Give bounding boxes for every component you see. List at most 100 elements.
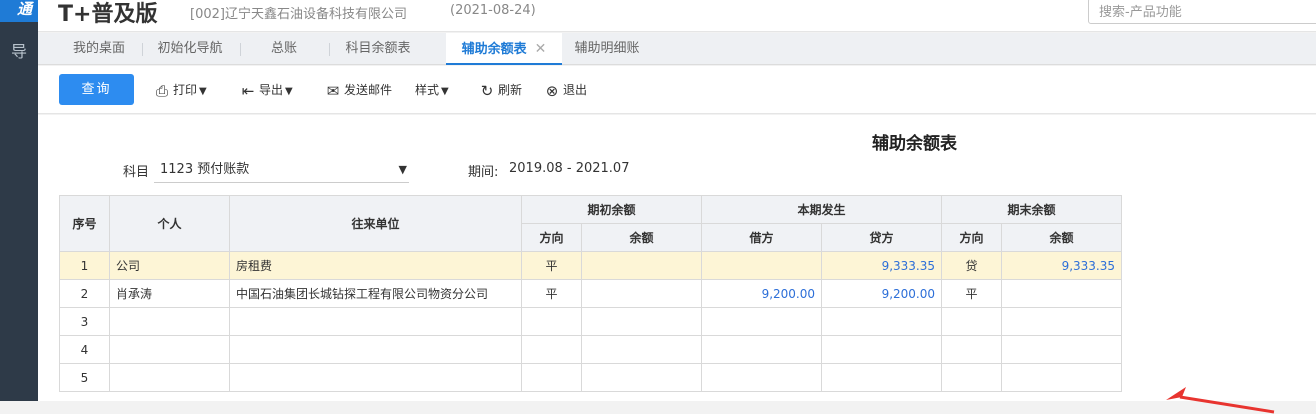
cell-debit: 9,200.00: [701, 279, 822, 308]
tab-desktop[interactable]: 我的桌面: [58, 33, 140, 65]
table-row[interactable]: 3: [59, 307, 1122, 336]
cell-counterparty: 中国石油集团长城钻探工程有限公司物资分公司: [229, 279, 522, 308]
cell-seq: 2: [59, 279, 110, 308]
header-seq: 序号: [59, 195, 110, 252]
cell-debit: [701, 335, 822, 364]
cell-counterparty: 房租费: [229, 251, 522, 280]
header-closing: 期末余额: [941, 195, 1122, 224]
cell-debit: [701, 363, 822, 392]
tab-aux-balance-label: 辅助余额表: [461, 42, 527, 57]
chevron-down-icon: ▼: [285, 86, 293, 97]
subject-value: 1123 预付账款: [160, 162, 250, 177]
annotation-arrow: [1166, 387, 1275, 414]
report-content: 辅助余额表 科目 1123 预付账款 ▼ 期间: 2019.08 - 2021.…: [38, 115, 1316, 414]
tab-init-guide[interactable]: 初始化导航: [145, 33, 235, 65]
table-row[interactable]: 2 肖承涛 中国石油集团长城钻探工程有限公司物资分公司平 9,200.00 9,200.…: [59, 279, 1122, 308]
style-label: 样式: [415, 83, 440, 97]
cell-closing-direction: 平: [941, 279, 1002, 308]
export-button[interactable]: ⇤ 导出 ▼: [239, 80, 293, 100]
refresh-label: 刷新: [498, 83, 523, 97]
print-label: 打印: [173, 83, 198, 97]
cell-credit: 9,333.35: [821, 251, 942, 280]
cell-closing-direction: [941, 363, 1002, 392]
chevron-down-icon: ▼: [441, 86, 449, 97]
table-row[interactable]: 4: [59, 335, 1122, 364]
refresh-icon: ↻: [480, 81, 494, 100]
cell-credit: [821, 307, 942, 336]
header-credit: 贷方: [821, 223, 942, 252]
cell-closing-balance: [1001, 363, 1122, 392]
tab-subject-balance[interactable]: 科目余额表: [333, 33, 423, 65]
period-label: 期间:: [468, 165, 499, 180]
subject-label: 科目: [123, 165, 150, 180]
cell-opening-direction: [521, 307, 582, 336]
cell-opening-balance: [581, 307, 702, 336]
header-person: 个人: [109, 195, 230, 252]
exit-label: 退出: [563, 83, 588, 97]
header-closing-balance: 余额: [1001, 223, 1122, 252]
subject-select[interactable]: 1123 预付账款 ▼: [154, 157, 409, 183]
cell-closing-balance: [1001, 335, 1122, 364]
close-circle-icon: ⊗: [545, 81, 559, 100]
header-opening-direction: 方向: [521, 223, 582, 252]
cell-seq: 4: [59, 335, 110, 364]
tab-divider: [142, 43, 143, 56]
refresh-button[interactable]: ↻ 刷新: [478, 80, 522, 100]
cell-seq: 5: [59, 363, 110, 392]
exit-button[interactable]: ⊗ 退出: [543, 80, 587, 100]
report-title: 辅助余额表: [872, 134, 957, 154]
chevron-down-icon: ▼: [199, 86, 207, 97]
cell-opening-balance: [581, 335, 702, 364]
period-value: 2019.08 - 2021.07: [509, 161, 630, 176]
cell-person: [109, 363, 230, 392]
sidebar-item-guide[interactable]: 导: [0, 38, 38, 66]
cell-counterparty: [229, 307, 522, 336]
sidebar: 通 导: [0, 0, 38, 401]
product-brand: T+普及版: [58, 2, 158, 27]
cell-person: 肖承涛: [109, 279, 230, 308]
header-current: 本期发生: [701, 195, 942, 224]
cell-seq: 1: [59, 251, 110, 280]
query-button[interactable]: 查询: [59, 74, 134, 105]
search-input[interactable]: 搜索-产品功能: [1088, 0, 1316, 24]
arrow-shaft: [1179, 395, 1275, 414]
send-email-button[interactable]: ✉ 发送邮件: [324, 80, 392, 100]
aux-balance-table: 序号 个人 往来单位 期初余额 本期发生 期末余额 方向 余额 借方 贷方 方向…: [59, 195, 1122, 392]
tab-divider: [240, 43, 241, 56]
chevron-down-icon: ▼: [398, 163, 407, 176]
tab-ledger[interactable]: 总账: [244, 33, 324, 65]
header-opening-balance: 余额: [581, 223, 702, 252]
tab-aux-detail[interactable]: 辅助明细账: [564, 33, 650, 65]
toolbar: 查询 ⎙ 打印 ▼ ⇤ 导出 ▼ ✉ 发送邮件 样式 ▼ ↻ 刷新 ⊗ 退出: [38, 66, 1316, 114]
tab-aux-balance[interactable]: 辅助余额表 ✕: [446, 33, 562, 65]
close-icon[interactable]: ✕: [535, 41, 547, 57]
cell-closing-direction: [941, 335, 1002, 364]
header-counterparty: 往来单位: [229, 195, 522, 252]
cell-closing-direction: 贷: [941, 251, 1002, 280]
header-debit: 借方: [701, 223, 822, 252]
header-closing-direction: 方向: [941, 223, 1002, 252]
cell-counterparty: [229, 335, 522, 364]
cell-person: [109, 335, 230, 364]
table-row[interactable]: 5: [59, 363, 1122, 392]
cell-opening-balance: [581, 279, 702, 308]
cell-counterparty: [229, 363, 522, 392]
cell-closing-balance: [1001, 279, 1122, 308]
cell-opening-direction: 平: [521, 251, 582, 280]
cell-opening-direction: 平: [521, 279, 582, 308]
cell-opening-direction: [521, 363, 582, 392]
company-name: [002]辽宁天鑫石油设备科技有限公司: [190, 7, 407, 22]
cell-seq: 3: [59, 307, 110, 336]
cell-credit: [821, 335, 942, 364]
export-icon: ⇤: [241, 81, 255, 100]
cell-person: [109, 307, 230, 336]
cell-debit: [701, 307, 822, 336]
cell-debit: [701, 251, 822, 280]
app-logo: 通: [0, 0, 38, 22]
style-button[interactable]: 样式 ▼: [415, 80, 449, 100]
tab-divider: [329, 43, 330, 56]
cell-closing-balance: [1001, 307, 1122, 336]
cell-opening-balance: [581, 363, 702, 392]
table-row[interactable]: 1 公司 房租费平 9,333.35 贷 9,333.35: [59, 251, 1122, 280]
print-button[interactable]: ⎙ 打印 ▼: [153, 80, 207, 100]
